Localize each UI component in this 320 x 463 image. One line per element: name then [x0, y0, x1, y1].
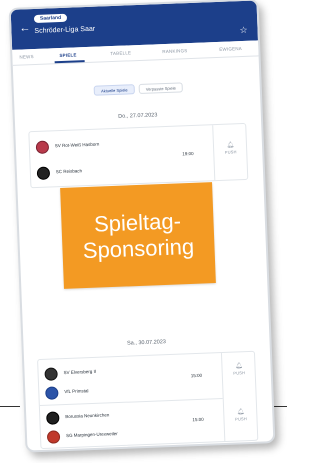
away-team: VfL Primstal — [45, 385, 89, 400]
filter-current-games-button[interactable]: Aktuelle Spiele — [93, 84, 135, 96]
push-button[interactable]: 🔔︎ PUSH — [212, 123, 249, 181]
sponsoring-banner: Spieltag- Sponsoring — [60, 182, 216, 289]
match-date: Sa., 30.07.2023 — [126, 339, 167, 347]
tab-tabelle[interactable]: TABELLE — [110, 49, 131, 57]
home-team-name: SV Elversberg II — [63, 368, 97, 376]
tab-news[interactable]: NEWS — [19, 53, 34, 61]
table-edge-left — [0, 406, 20, 407]
filter-row: Aktuelle Spiele Verpasste Spiele — [14, 79, 260, 100]
favorite-star-icon[interactable]: ☆ — [239, 25, 247, 35]
match-card-group: SV Elversberg II VfL Primstal 15:00 🔔︎ P… — [37, 350, 259, 450]
home-team-name: Borussia Neunkirchen — [65, 412, 110, 420]
home-team: Borussia Neunkirchen — [46, 409, 110, 425]
push-button[interactable]: 🔔︎ PUSH — [222, 396, 259, 442]
tab-ewigena[interactable]: EWIGENA — [219, 45, 242, 53]
push-label: PUSH — [233, 370, 246, 376]
home-team: SV Elversberg II — [44, 366, 97, 381]
match-card[interactable]: SV Rot-Weiß Hasborn SC Reisbach 19:00 🔔︎… — [28, 122, 249, 189]
push-label: PUSH — [224, 149, 237, 155]
home-team-name: SV Rot-Weiß Hasborn — [54, 141, 100, 149]
club-logo-icon — [45, 385, 59, 400]
push-button[interactable]: 🔔︎ PUSH — [220, 351, 257, 399]
promo-line-2: Sponsoring — [82, 233, 195, 263]
screenshot-stage: ← Saarland Schröder-Liga Saar ☆ NEWS SPI… — [0, 0, 287, 463]
match-divider — [39, 398, 223, 407]
kickoff-time: 15:00 — [190, 372, 203, 379]
club-logo-icon — [46, 410, 60, 425]
active-tab-indicator — [54, 60, 85, 64]
filter-missed-games-button[interactable]: Verpasste Spiele — [138, 82, 183, 95]
club-logo-icon — [35, 140, 50, 154]
away-team-name: VfL Primstal — [64, 388, 89, 395]
kickoff-time: 19:00 — [182, 150, 194, 157]
away-team: SC Reisbach — [36, 165, 83, 180]
home-team: SV Rot-Weiß Hasborn — [35, 139, 100, 154]
region-badge: Saarland — [33, 13, 68, 23]
promo-line-1: Spieltag- — [93, 207, 182, 237]
club-logo-icon — [36, 166, 51, 180]
club-logo-icon — [46, 429, 61, 444]
push-label: PUSH — [234, 416, 248, 422]
back-arrow-icon[interactable]: ← — [19, 22, 30, 34]
away-team-name: SG Marpingen-Urexweiler — [65, 431, 118, 439]
match-date: Do., 27.07.2023 — [118, 112, 158, 120]
tab-spiele[interactable]: SPIELE — [59, 51, 76, 59]
kickoff-time: 15:00 — [192, 416, 204, 423]
league-title: Schröder-Liga Saar — [34, 25, 96, 35]
away-team: SG Marpingen-Urexweiler — [46, 428, 118, 444]
club-logo-icon — [44, 366, 58, 381]
tab-rankings[interactable]: RANKINGS — [162, 47, 187, 55]
away-team-name: SC Reisbach — [55, 168, 83, 175]
